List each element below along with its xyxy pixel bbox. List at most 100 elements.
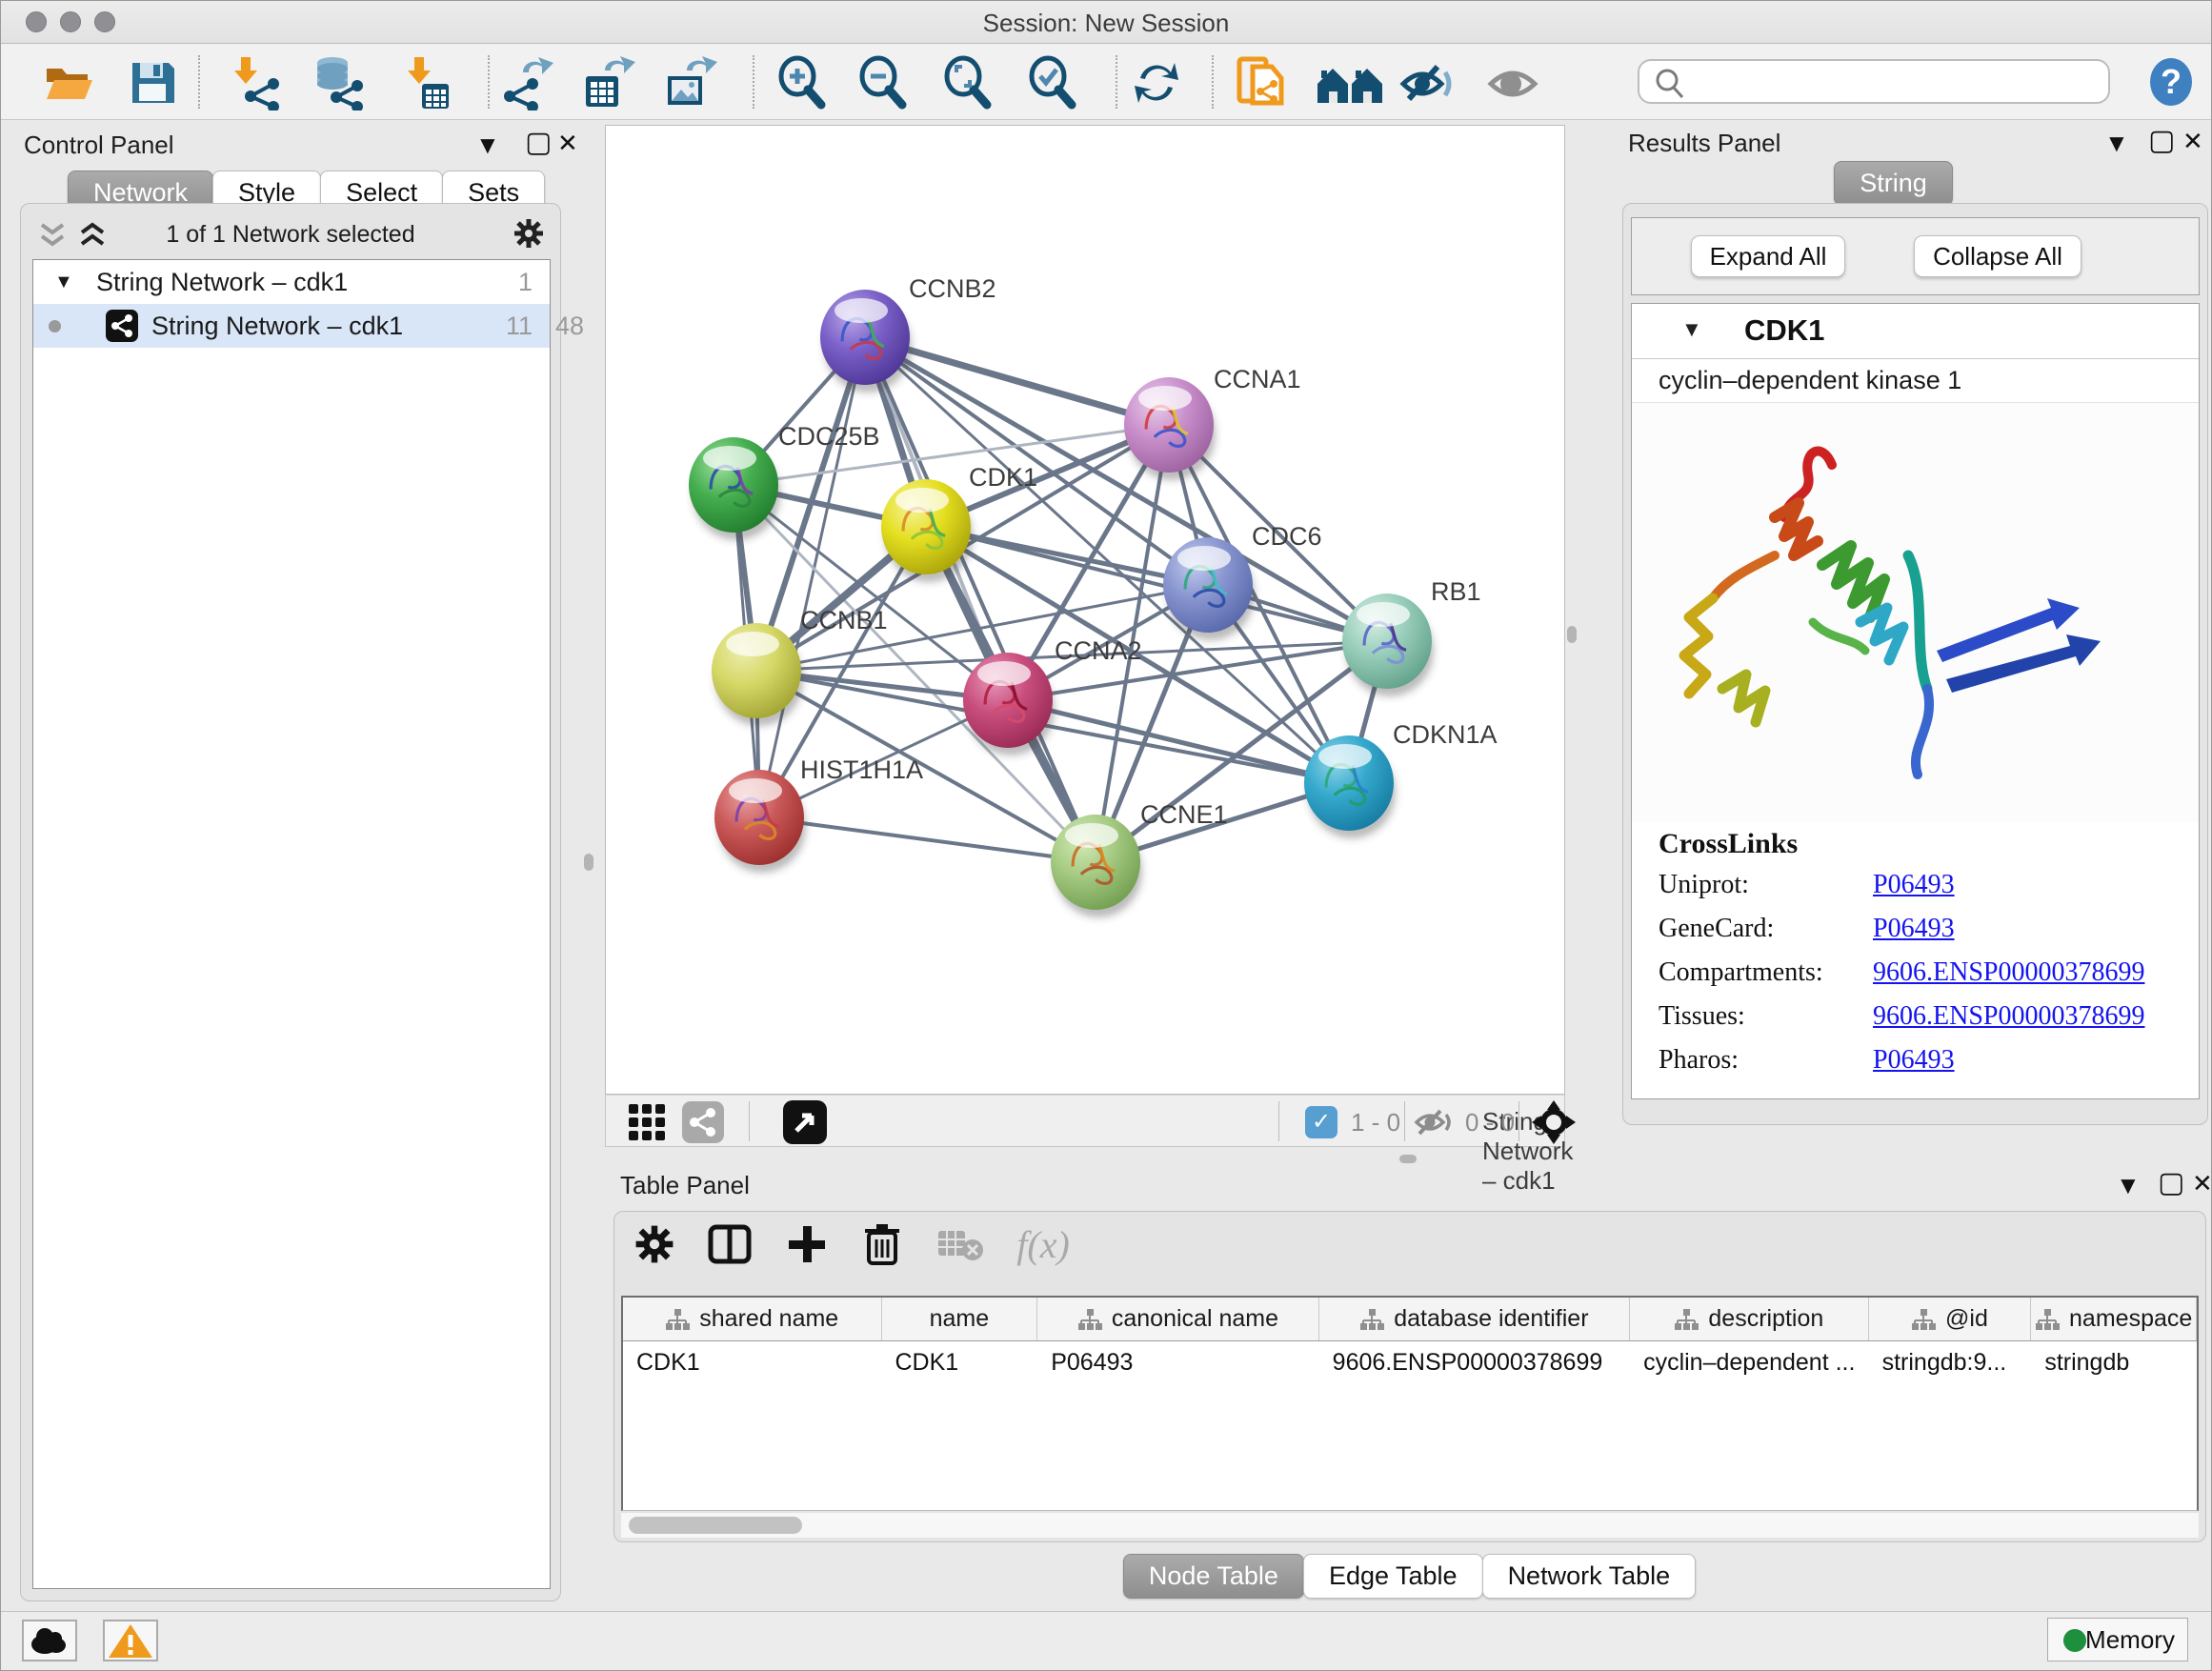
table-row[interactable]: CDK1CDK1P064939606.ENSP00000378699cyclin…	[623, 1341, 2197, 1383]
zoom-selected-button[interactable]	[1024, 55, 1079, 111]
node-label-HIST1H1A: HIST1H1A	[800, 755, 923, 784]
network-share-button-icon[interactable]	[682, 1101, 724, 1143]
splitter-handle[interactable]	[1399, 1155, 1417, 1163]
cloud-status-button[interactable]	[22, 1620, 77, 1661]
table-cell[interactable]: CDK1	[882, 1341, 1038, 1383]
cloud-icon	[24, 1621, 75, 1660]
open-session-button[interactable]	[41, 55, 96, 111]
panel-menu-icon[interactable]: ▼	[2116, 1173, 2141, 1198]
export-image-button[interactable]	[662, 55, 717, 111]
show-columns-icon[interactable]	[708, 1222, 752, 1266]
node-CDC6[interactable]: CDC6	[1163, 522, 1322, 640]
crosslink-link[interactable]: P06493	[1873, 870, 1955, 899]
network-canvas[interactable]: CCNB2CCNA1CDC25BCDK1CDC6RB1CCNB1CCNA2CDK…	[606, 126, 1564, 1094]
export-network-icon	[500, 55, 555, 111]
node-CCNB2[interactable]: CCNB2	[820, 274, 996, 393]
collection-name: String Network – cdk1	[96, 260, 348, 304]
table-cell[interactable]: CDK1	[623, 1341, 882, 1383]
refresh-icon	[1129, 55, 1184, 111]
horizontal-scrollbar[interactable]	[621, 1513, 2199, 1538]
table-cell[interactable]: P06493	[1037, 1341, 1318, 1383]
edge-HIST1H1A-CCNE1[interactable]	[759, 817, 1096, 862]
import-network-file-button[interactable]	[230, 55, 285, 111]
grid-view-icon[interactable]	[627, 1102, 667, 1142]
tab-node-table[interactable]: Node Table	[1123, 1554, 1304, 1599]
selected-checkbox[interactable]: ✓	[1305, 1106, 1337, 1138]
export-table-button[interactable]	[580, 55, 635, 111]
tab-network-table[interactable]: Network Table	[1482, 1554, 1697, 1599]
navigate-crosshair-icon[interactable]	[1532, 1100, 1576, 1144]
network-view[interactable]: CCNB2CCNA1CDC25BCDK1CDC6RB1CCNB1CCNA2CDK…	[605, 125, 1565, 1095]
zoom-in-button[interactable]	[774, 55, 829, 111]
import-network-database-button[interactable]	[312, 55, 367, 111]
crosslink-link[interactable]: 9606.ENSP00000378699	[1873, 1001, 2144, 1031]
table-cell[interactable]: stringdb:9...	[1869, 1341, 2032, 1383]
node-result-header[interactable]: ▼ CDK1	[1632, 304, 2199, 359]
network-row-selected[interactable]: String Network – cdk1 11 48	[33, 304, 550, 348]
node-result-description: cyclin–dependent kinase 1	[1632, 359, 2199, 403]
column-header-name[interactable]: name	[882, 1298, 1038, 1340]
string-home-button[interactable]	[1314, 55, 1386, 111]
warning-status-button[interactable]	[103, 1620, 158, 1661]
hide-unhide-button[interactable]	[1399, 55, 1455, 111]
panel-close-icon[interactable]: ✕	[2182, 129, 2203, 153]
panel-float-icon[interactable]: ▢	[525, 129, 552, 157]
zoom-fit-button[interactable]	[939, 55, 995, 111]
function-builder-disabled: f(x)	[1016, 1222, 1070, 1267]
delete-column-icon[interactable]	[861, 1221, 903, 1267]
node-HIST1H1A[interactable]: HIST1H1A	[714, 755, 923, 873]
add-column-icon[interactable]	[785, 1222, 829, 1266]
node-CCNA1[interactable]: CCNA1	[1124, 365, 1301, 480]
node-CDKN1A[interactable]: CDKN1A	[1304, 720, 1498, 838]
network-selection-status: 1 of 1 Network selected	[21, 221, 560, 249]
import-table-file-button[interactable]	[399, 55, 454, 111]
save-session-button[interactable]	[125, 55, 180, 111]
tab-string[interactable]: String	[1834, 161, 1953, 206]
network-collection-row[interactable]: ▼ String Network – cdk1 1	[33, 260, 550, 304]
refresh-button[interactable]	[1129, 55, 1184, 111]
crosslink-link[interactable]: P06493	[1873, 914, 1955, 943]
column-header--id[interactable]: @id	[1869, 1298, 2032, 1340]
column-type-icon	[1911, 1308, 1936, 1331]
tab-edge-table[interactable]: Edge Table	[1303, 1554, 1483, 1599]
panel-menu-icon[interactable]: ▼	[2104, 131, 2129, 155]
panel-menu-icon[interactable]: ▼	[475, 132, 500, 157]
hidden-eye-slash-icon[interactable]	[1414, 1105, 1456, 1139]
column-header-shared-name[interactable]: shared name	[623, 1298, 882, 1340]
table-cell[interactable]: stringdb	[2031, 1341, 2197, 1383]
panel-float-icon[interactable]: ▢	[2158, 1169, 2184, 1198]
expand-all-button[interactable]: Expand All	[1691, 235, 1845, 277]
show-eye-button[interactable]	[1485, 55, 1540, 111]
scrollbar-thumb[interactable]	[629, 1517, 802, 1534]
help-button[interactable]: ?	[2144, 55, 2200, 111]
collapse-triangle-icon[interactable]: ▼	[1681, 317, 1702, 342]
node-CDC25B[interactable]: CDC25B	[689, 422, 880, 540]
column-header-canonical-name[interactable]: canonical name	[1037, 1298, 1318, 1340]
collapse-all-button[interactable]: Collapse All	[1914, 235, 2081, 277]
node-CDK1[interactable]: CDK1	[881, 463, 1037, 582]
panel-close-icon[interactable]: ✕	[557, 131, 578, 155]
node-RB1[interactable]: RB1	[1342, 577, 1481, 696]
panel-float-icon[interactable]: ▢	[2148, 127, 2175, 155]
table-cell[interactable]: 9606.ENSP00000378699	[1319, 1341, 1630, 1383]
crosslink-link[interactable]: 9606.ENSP00000378699	[1873, 957, 2144, 987]
node-label-CCNB2: CCNB2	[909, 274, 996, 303]
table-gear-icon[interactable]	[633, 1223, 675, 1265]
splitter-handle[interactable]	[584, 854, 593, 871]
export-network-button[interactable]	[500, 55, 555, 111]
birdseye-view-icon[interactable]	[783, 1100, 827, 1144]
collapse-triangle-icon[interactable]: ▼	[54, 260, 73, 304]
clone-network-button[interactable]	[1234, 55, 1289, 111]
save-icon	[125, 55, 180, 111]
table-cell[interactable]: cyclin–dependent ...	[1630, 1341, 1869, 1383]
search-input[interactable]	[1693, 65, 2093, 97]
column-header-description[interactable]: description	[1630, 1298, 1869, 1340]
column-type-icon	[2035, 1308, 2060, 1331]
zoom-out-button[interactable]	[855, 55, 910, 111]
column-header-namespace[interactable]: namespace	[2031, 1298, 2197, 1340]
crosslink-link[interactable]: P06493	[1873, 1045, 1955, 1075]
memory-button[interactable]: Memory	[2047, 1618, 2188, 1661]
gear-icon[interactable]	[513, 217, 545, 250]
column-header-database-identifier[interactable]: database identifier	[1319, 1298, 1630, 1340]
panel-close-icon[interactable]: ✕	[2192, 1171, 2212, 1196]
